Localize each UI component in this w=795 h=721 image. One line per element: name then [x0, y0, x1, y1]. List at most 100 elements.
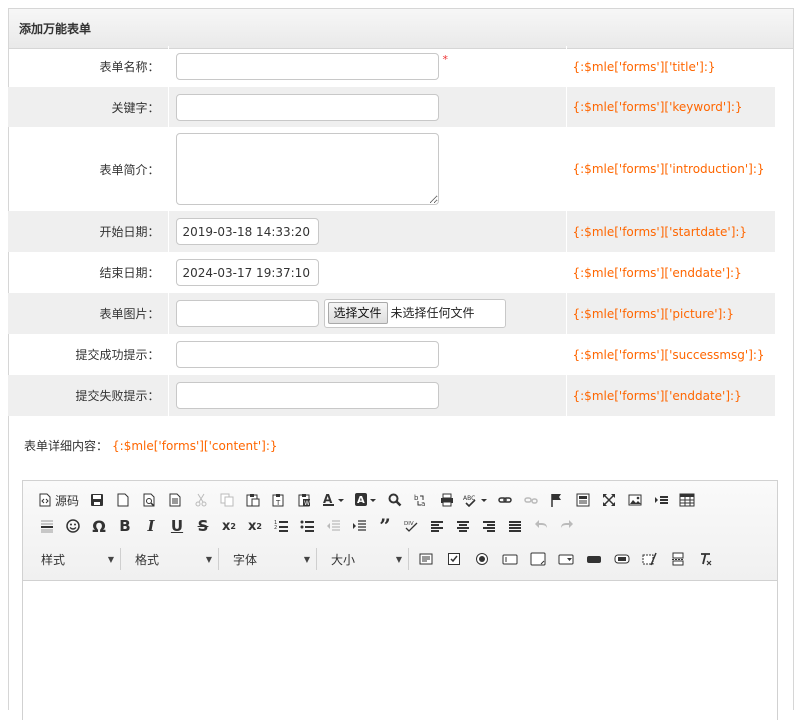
redo-icon[interactable]: [555, 514, 579, 538]
div-container-icon[interactable]: DIV: [399, 514, 423, 538]
replace-icon[interactable]: ba: [409, 488, 433, 512]
enddate-input[interactable]: [175, 259, 319, 286]
textfield-icon[interactable]: [499, 548, 521, 570]
iframe-icon[interactable]: [571, 488, 595, 512]
successmsg-tip: {:$mle['forms']['successmsg']:}: [565, 334, 775, 375]
row-startdate: 开始日期： {:$mle['forms']['startdate']:}: [8, 211, 775, 252]
row-enddate: 结束日期： {:$mle['forms']['enddate']:}: [8, 252, 775, 293]
indent-icon[interactable]: [347, 514, 371, 538]
svg-text:a: a: [421, 500, 425, 507]
size-combo-label: 大小: [331, 552, 356, 567]
table-icon[interactable]: [675, 488, 699, 512]
radio-icon[interactable]: [471, 548, 493, 570]
format-combo[interactable]: 格式 ▼: [127, 548, 219, 570]
successmsg-input[interactable]: [175, 341, 439, 368]
svg-text:W: W: [304, 500, 310, 507]
required-mark: *: [442, 53, 449, 66]
numbered-list-icon[interactable]: 12: [269, 514, 293, 538]
editor-content-area[interactable]: [23, 581, 777, 721]
content-tip: {:$mle['forms']['content']:}: [112, 439, 278, 453]
templates-icon[interactable]: [163, 488, 187, 512]
strikethrough-icon[interactable]: S: [191, 514, 215, 538]
align-right-icon[interactable]: [477, 514, 501, 538]
source-icon: [39, 493, 51, 507]
title-tip: {:$mle['forms']['title']:}: [565, 46, 775, 87]
successmsg-label: 提交成功提示：: [8, 334, 169, 375]
spellcheck-icon[interactable]: ABC: [461, 488, 491, 512]
find-icon[interactable]: [383, 488, 407, 512]
maximize-icon[interactable]: [597, 488, 621, 512]
print-icon[interactable]: [435, 488, 459, 512]
format-combo-label: 格式: [135, 552, 160, 567]
checkbox-icon[interactable]: [443, 548, 465, 570]
bulleted-list-icon[interactable]: [295, 514, 319, 538]
source-button[interactable]: 源码: [35, 488, 83, 512]
enddate-label: 结束日期：: [8, 252, 169, 293]
form-icon[interactable]: [415, 548, 437, 570]
keyword-input[interactable]: [175, 93, 439, 121]
styles-combo[interactable]: 样式 ▼: [33, 548, 121, 570]
file-picker: 选择文件 未选择任何文件: [323, 299, 506, 328]
successmsg-field-cell: [168, 334, 566, 375]
paste-text-icon[interactable]: T: [267, 488, 291, 512]
row-picture: 表单图片： 选择文件 未选择任何文件 {:$mle['forms']['pictu…: [8, 293, 775, 334]
align-left-icon[interactable]: [425, 514, 449, 538]
hidden-field-icon[interactable]: [639, 548, 661, 570]
choose-file-button[interactable]: 选择文件: [327, 302, 388, 324]
size-combo[interactable]: 大小 ▼: [323, 548, 409, 570]
outdent-icon[interactable]: [321, 514, 345, 538]
chevron-down-icon: ▼: [395, 554, 402, 564]
svg-text:A: A: [357, 495, 365, 506]
introduction-textarea[interactable]: [175, 133, 439, 205]
failmsg-input[interactable]: [175, 382, 439, 409]
cut-icon[interactable]: [189, 488, 213, 512]
panel-title: 添加万能表单: [9, 9, 793, 49]
link-icon[interactable]: [493, 488, 517, 512]
select-icon[interactable]: [555, 548, 577, 570]
special-char-icon[interactable]: Ω: [87, 514, 111, 538]
background-color-icon[interactable]: A: [351, 488, 381, 512]
smiley-icon[interactable]: [61, 514, 85, 538]
indent-block-icon[interactable]: [649, 488, 673, 512]
remove-format-icon[interactable]: [695, 548, 717, 570]
anchor-flag-icon[interactable]: [545, 488, 569, 512]
toolbar-row-2: Ω B I U S x2 x2 12 ” DIV: [35, 513, 581, 539]
styles-combo-label: 样式: [41, 552, 66, 567]
align-center-icon[interactable]: [451, 514, 475, 538]
image-button-icon[interactable]: [611, 548, 633, 570]
row-keyword: 关键字： {:$mle['forms']['keyword']:}: [8, 87, 775, 127]
row-introduction: 表单简介： {:$mle['forms']['introduction']:}: [8, 127, 775, 211]
unlink-icon[interactable]: [519, 488, 543, 512]
new-page-icon[interactable]: [111, 488, 135, 512]
paste-icon[interactable]: [241, 488, 265, 512]
textarea-icon[interactable]: [527, 548, 549, 570]
failmsg-field-cell: [168, 375, 566, 416]
form-table: 表单名称： * {:$mle['forms']['title']:} 关键字： …: [8, 46, 775, 416]
undo-icon[interactable]: [529, 514, 553, 538]
title-input[interactable]: [175, 53, 439, 80]
save-icon[interactable]: [85, 488, 109, 512]
button-icon[interactable]: [583, 548, 605, 570]
font-combo[interactable]: 字体 ▼: [225, 548, 317, 570]
image-icon[interactable]: [623, 488, 647, 512]
bold-icon[interactable]: B: [113, 514, 137, 538]
page-break-icon[interactable]: [667, 548, 689, 570]
copy-icon[interactable]: [215, 488, 239, 512]
source-label: 源码: [55, 493, 80, 508]
preview-icon[interactable]: [137, 488, 161, 512]
picture-path-input[interactable]: [175, 300, 319, 327]
superscript-icon[interactable]: x2: [243, 514, 267, 538]
text-color-icon[interactable]: A: [319, 488, 349, 512]
italic-icon[interactable]: I: [139, 514, 163, 538]
row-title: 表单名称： * {:$mle['forms']['title']:}: [8, 46, 775, 87]
horizontal-rule-icon[interactable]: [35, 514, 59, 538]
blockquote-icon[interactable]: ”: [373, 514, 397, 538]
row-failmsg: 提交失败提示： {:$mle['forms']['enddate']:}: [8, 375, 775, 416]
startdate-label: 开始日期：: [8, 211, 169, 252]
subscript-icon[interactable]: x2: [217, 514, 241, 538]
justify-icon[interactable]: [503, 514, 527, 538]
startdate-input[interactable]: [175, 218, 319, 245]
paste-word-icon[interactable]: W: [293, 488, 317, 512]
underline-icon[interactable]: U: [165, 514, 189, 538]
startdate-tip: {:$mle['forms']['startdate']:}: [565, 211, 775, 252]
